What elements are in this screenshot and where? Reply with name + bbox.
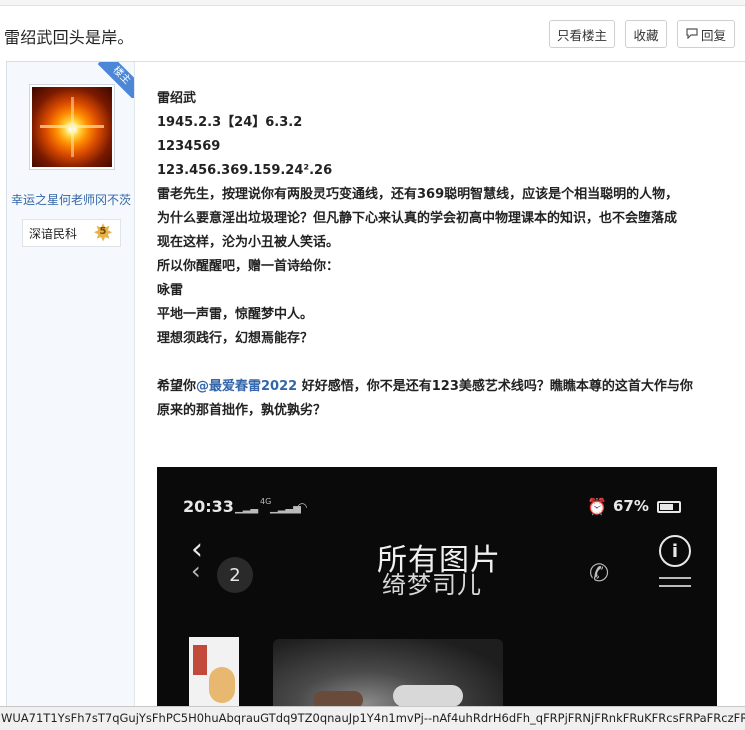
author-sidebar: 楼主 幸运之星何老师冈不茨 深谙民科 ✸ 5 <box>7 62 135 729</box>
post-line: 现在这样，沦为小丑被人笑话。 <box>157 235 340 250</box>
user-mention-link[interactable]: @最爱春雷2022 <box>196 379 297 394</box>
wifi-icon: ◠ <box>297 500 308 514</box>
post-line: 所以你醒醒吧，赠一首诗给你： <box>157 259 340 274</box>
reply-button[interactable]: 回复 <box>677 20 735 48</box>
closing-prefix: 希望你 <box>157 379 197 394</box>
post: 楼主 幸运之星何老师冈不茨 深谙民科 ✸ 5 雷绍武 1945.2.3【24】6… <box>6 61 745 730</box>
post-line: 咏雷 <box>157 283 184 298</box>
battery-percent: 67% <box>613 497 649 515</box>
phone-time: 20:33 <box>183 497 234 516</box>
embedded-screenshot[interactable]: 20:33 ▁▂▃ 4G ▁▂▃▅ ◠ ⏰ 67% ‹ ‹ 2 所有图片 绮梦司… <box>157 467 717 730</box>
back-count: 2 <box>217 557 253 593</box>
post-line: 123.456.369.159.24².26 <box>157 163 333 178</box>
signal-icon: ▁▂▃ <box>235 503 259 514</box>
back-icon-2: ‹ <box>191 557 201 585</box>
post-content: 雷绍武 1945.2.3【24】6.3.2 1234569 123.456.36… <box>157 87 737 423</box>
post-line: 平地一声雷，惊醒梦中人。 <box>157 307 314 322</box>
post-line: 理想须践行，幻想焉能存？ <box>157 331 314 346</box>
sticker-thumbnail <box>189 637 239 707</box>
page-title: 雷绍武回头是岸。 <box>4 28 134 47</box>
favorite-button[interactable]: 收藏 <box>625 20 667 48</box>
level-title: 深谙民科 <box>29 226 78 241</box>
status-url-bar: WUA71T1YsFh7sT7qGujYsFhPC5H0huAbqrauGTdq… <box>0 706 745 730</box>
reply-icon <box>686 27 698 42</box>
phone-subtitle: 绮梦司儿 <box>382 571 482 599</box>
phone-call-icon: ✆ <box>589 559 610 587</box>
battery-icon <box>657 501 681 513</box>
level-badge[interactable]: 深谙民科 ✸ 5 <box>22 219 121 247</box>
closing-text: 好好感悟，你不是还有123美感艺术线吗？瞧瞧本尊的这首大作与你 <box>297 379 693 394</box>
reply-label: 回复 <box>700 27 726 43</box>
post-line: 1234569 <box>157 139 221 154</box>
post-line: 雷老先生，按理说你有两股灵巧变通线，还有369聪明智慧线，应该是个相当聪明的人物… <box>157 187 679 202</box>
avatar[interactable] <box>29 84 115 170</box>
post-line: 为什么要意淫出垃圾理论？但凡静下心来认真的学会初高中物理课本的知识，也不会堕落成 <box>157 211 678 226</box>
menu-icon <box>659 571 691 593</box>
alarm-icon: ⏰ <box>587 497 607 516</box>
avatar-image <box>32 87 112 167</box>
closing-line-2: 原来的那首拙作，孰优孰劣？ <box>157 403 327 418</box>
username-link[interactable]: 幸运之星何老师冈不茨 <box>7 191 135 208</box>
level-number: 5 <box>99 226 107 237</box>
post-line: 1945.2.3【24】6.3.2 <box>157 115 303 130</box>
only-op-button[interactable]: 只看楼主 <box>549 20 615 48</box>
info-icon: i <box>659 535 691 567</box>
closing-line-1: 希望你@最爱春雷2022 好好感悟，你不是还有123美感艺术线吗？瞧瞧本尊的这首… <box>157 375 737 399</box>
post-line: 雷绍武 <box>157 91 197 106</box>
thread-header: 雷绍武回头是岸。 只看楼主 收藏 回复 <box>0 6 745 60</box>
